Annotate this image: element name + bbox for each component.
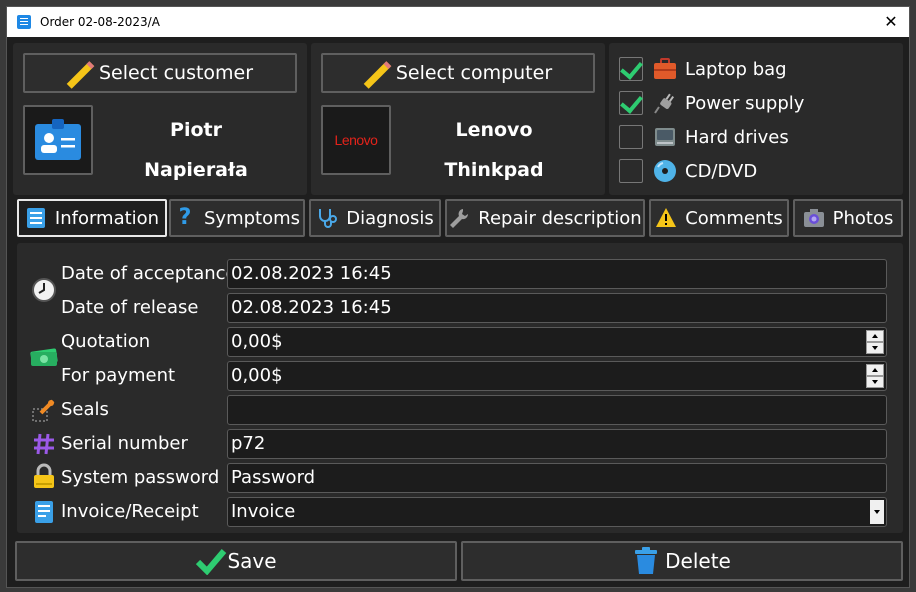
system-password-field[interactable]: Password: [227, 463, 887, 493]
quotation-field[interactable]: 0,00$: [227, 327, 887, 357]
lenovo-logo-text: Lenovo: [334, 132, 378, 148]
close-button[interactable]: ✕: [881, 12, 901, 32]
select-customer-label: Select customer: [98, 62, 254, 84]
trash-icon: [635, 547, 658, 574]
wrench-icon: [450, 209, 469, 228]
id-card-icon: [35, 119, 81, 160]
customer-avatar[interactable]: [23, 105, 93, 175]
tab-comments-label: Comments: [685, 207, 783, 229]
seals-field[interactable]: [227, 395, 887, 425]
for-payment-label: For payment: [61, 365, 176, 386]
clock-icon: [32, 278, 56, 302]
disc-icon: [654, 160, 676, 182]
warning-icon: [656, 208, 677, 227]
select-customer-button[interactable]: Select customer: [23, 53, 297, 93]
accessory-cd-dvd[interactable]: CD/DVD: [619, 157, 757, 185]
quotation-decrement-button[interactable]: [866, 342, 884, 354]
hard-drives-checkbox[interactable]: [619, 125, 643, 149]
select-computer-label: Select computer: [395, 62, 553, 84]
select-computer-button[interactable]: Select computer: [321, 53, 595, 93]
tab-repair-description-label: Repair description: [478, 207, 642, 229]
tab-comments[interactable]: Comments: [649, 199, 789, 237]
title-bar: Order 02-08-2023/A ✕: [7, 7, 909, 37]
customer-panel: Select customer Piotr Napierała: [13, 43, 307, 195]
accessories-panel: Laptop bag Power supply Hard drives CD/D…: [609, 43, 903, 195]
for-payment-spinner[interactable]: [866, 364, 884, 388]
seal-stamp-icon: [32, 399, 55, 422]
chevron-down-icon[interactable]: [870, 500, 884, 524]
tab-photos-label: Photos: [832, 207, 894, 229]
tab-diagnosis-label: Diagnosis: [346, 207, 434, 229]
briefcase-icon: [654, 58, 676, 79]
date-of-acceptance-field[interactable]: 02.08.2023 16:45: [227, 259, 887, 289]
laptop-bag-label: Laptop bag: [685, 58, 787, 80]
delete-label: Delete: [665, 549, 731, 573]
quotation-value: 0,00$: [231, 331, 283, 352]
computer-panel: Select computer Lenovo Lenovo Thinkpad: [311, 43, 605, 195]
order-window: Order 02-08-2023/A ✕ Select customer Pio…: [6, 6, 910, 588]
accessory-hard-drives[interactable]: Hard drives: [619, 123, 789, 151]
for-payment-increment-button[interactable]: [866, 364, 884, 376]
for-payment-field[interactable]: 0,00$: [227, 361, 887, 391]
lock-icon: [34, 463, 54, 488]
computer-brand: Lenovo: [455, 119, 533, 141]
quotation-label: Quotation: [61, 331, 151, 352]
tab-repair-description[interactable]: Repair description: [445, 199, 645, 237]
seals-label: Seals: [61, 399, 109, 420]
quotation-increment-button[interactable]: [866, 330, 884, 342]
information-form: Date of acceptance 02.08.2023 16:45 Date…: [17, 243, 903, 533]
tab-diagnosis[interactable]: Diagnosis: [309, 199, 441, 237]
date-of-release-label: Date of release: [61, 297, 199, 318]
laptop-bag-checkbox[interactable]: [619, 57, 643, 81]
serial-number-field[interactable]: p72: [227, 429, 887, 459]
invoice-receipt-select[interactable]: Invoice: [227, 497, 887, 527]
plug-icon: [654, 93, 675, 114]
computer-model: Thinkpad: [444, 159, 544, 181]
save-button[interactable]: Save: [15, 541, 457, 581]
invoice-receipt-value: Invoice: [231, 501, 296, 522]
cd-dvd-label: CD/DVD: [685, 160, 758, 182]
pencil-icon: [67, 60, 93, 86]
tab-symptoms[interactable]: ? Symptoms: [169, 199, 305, 237]
system-password-label: System password: [61, 467, 220, 488]
pencil-icon: [364, 60, 390, 86]
receipt-icon: [35, 501, 53, 523]
question-mark-icon: ?: [178, 205, 192, 230]
tab-information[interactable]: Information: [17, 199, 167, 237]
date-of-acceptance-label: Date of acceptance: [61, 263, 237, 284]
hard-drives-label: Hard drives: [685, 126, 789, 148]
serial-number-label: Serial number: [61, 433, 188, 454]
customer-last-name: Napierała: [144, 159, 248, 181]
save-label: Save: [227, 549, 277, 573]
quotation-spinner[interactable]: [866, 330, 884, 354]
tab-symptoms-label: Symptoms: [203, 207, 301, 229]
for-payment-decrement-button[interactable]: [866, 376, 884, 388]
camera-icon: [803, 209, 824, 227]
tab-photos[interactable]: Photos: [793, 199, 903, 237]
power-supply-checkbox[interactable]: [619, 91, 643, 115]
checkmark-icon: [196, 549, 227, 575]
accessory-power-supply[interactable]: Power supply: [619, 89, 804, 117]
hard-drive-icon: [655, 128, 675, 146]
window-title: Order 02-08-2023/A: [40, 15, 160, 29]
cd-dvd-checkbox[interactable]: [619, 159, 643, 183]
document-icon: [17, 15, 31, 29]
for-payment-value: 0,00$: [231, 365, 283, 386]
tab-information-label: Information: [54, 207, 160, 229]
accessory-laptop-bag[interactable]: Laptop bag: [619, 55, 787, 83]
power-supply-label: Power supply: [685, 92, 805, 114]
date-of-release-field[interactable]: 02.08.2023 16:45: [227, 293, 887, 323]
invoice-receipt-label: Invoice/Receipt: [61, 501, 199, 522]
customer-first-name: Piotr: [170, 119, 222, 141]
money-icon: [30, 348, 58, 366]
hash-icon: [34, 433, 54, 455]
computer-logo[interactable]: Lenovo: [321, 105, 391, 175]
delete-button[interactable]: Delete: [461, 541, 903, 581]
stethoscope-icon: [319, 209, 338, 228]
list-document-icon: [26, 208, 45, 228]
